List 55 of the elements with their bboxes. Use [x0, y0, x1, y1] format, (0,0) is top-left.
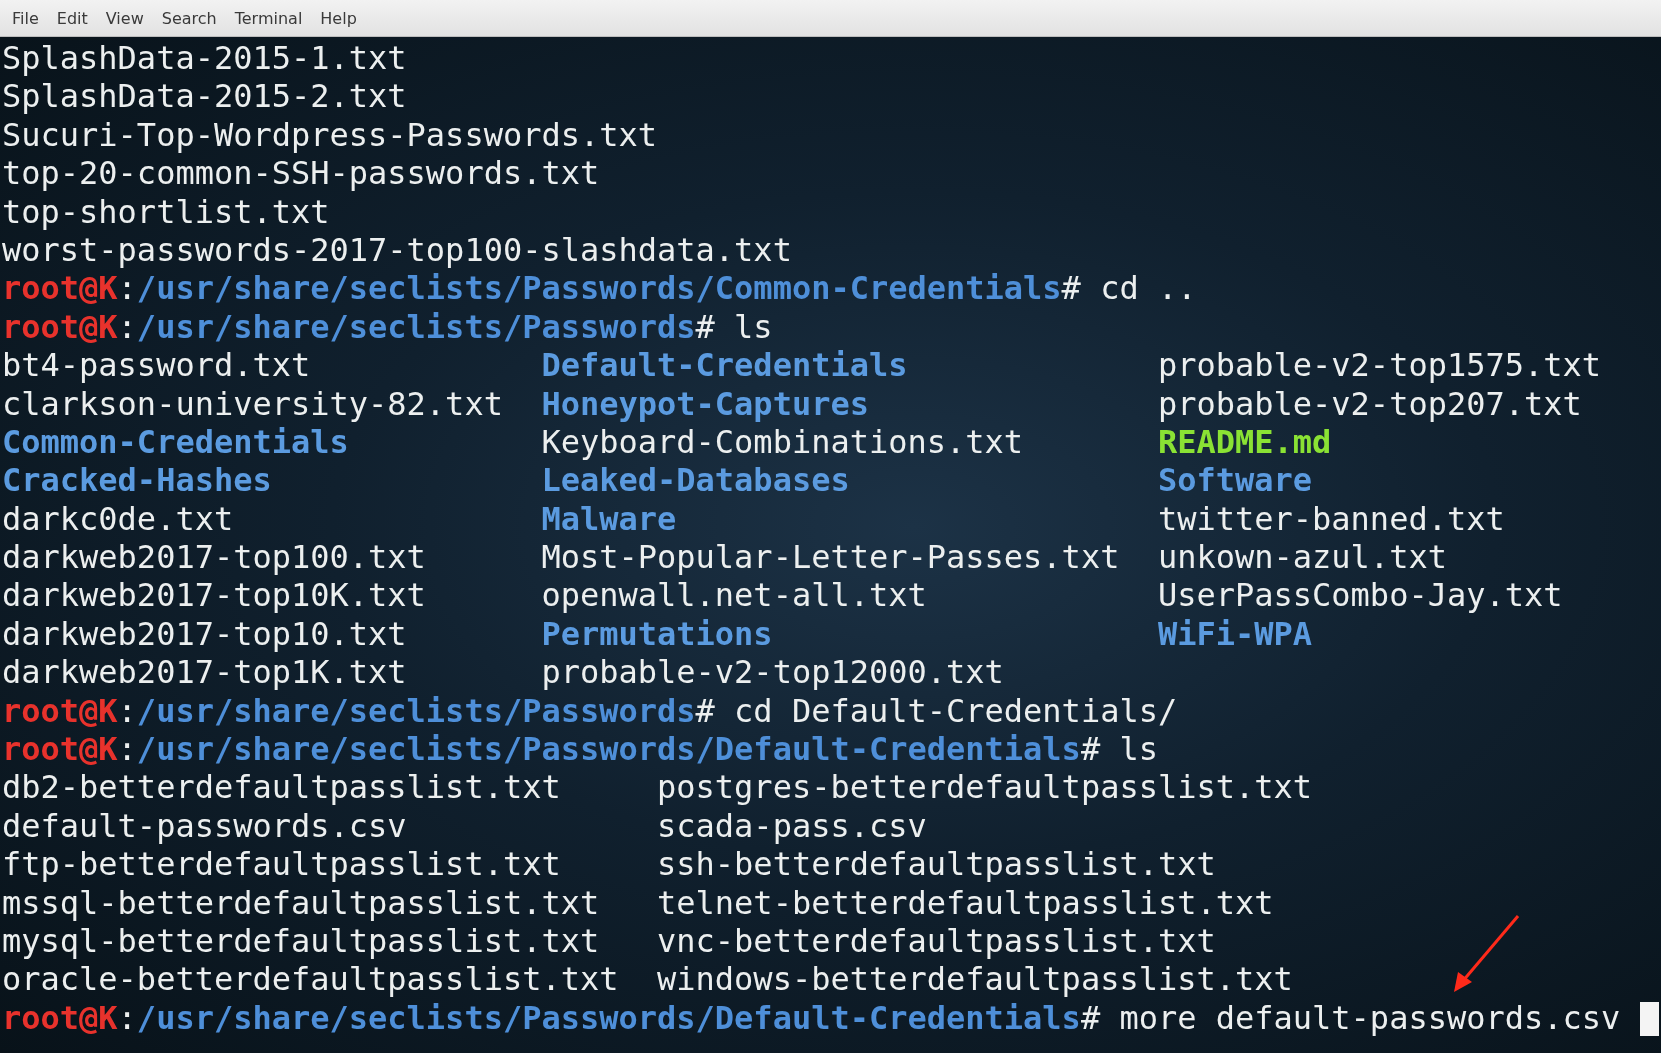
file-name: unkown-azul.txt	[1157, 538, 1447, 577]
directory-name: Software	[1157, 461, 1313, 500]
file-name: probable-v2-top1575.txt	[1157, 346, 1602, 385]
menu-item[interactable]: Help	[312, 4, 365, 32]
output-line: SplashData-2015-2.txt	[2, 77, 407, 116]
file-name: mysql-betterdefaultpasslist.txt	[2, 922, 600, 960]
prompt-line: root@K:/usr/share/seclists/Passwords/Default-Credentials# more default-passwords.csv	[2, 998, 1622, 1038]
prompt-line: root@K:/usr/share/seclists/Passwords/Default-Credentials# ls	[2, 730, 1158, 769]
directory-name: Malware	[541, 499, 677, 538]
directory-name: Leaked-Databases	[541, 461, 850, 500]
file-name: README.md	[1157, 422, 1332, 461]
file-name: probable-v2-top12000.txt	[541, 653, 1004, 692]
file-name: darkweb2017-top1K.txt	[2, 653, 407, 692]
file-name: ssh-betterdefaultpasslist.txt	[657, 845, 1216, 884]
directory-name: Cracked-Hashes	[2, 461, 272, 500]
file-name: darkweb2017-top10K.txt	[2, 576, 426, 615]
file-name: UserPassCombo-Jay.txt	[1157, 576, 1563, 615]
file-name: darkweb2017-top100.txt	[2, 538, 426, 577]
file-name: bt4-password.txt	[2, 346, 311, 385]
file-name: openwall.net-all.txt	[541, 576, 927, 615]
file-name: probable-v2-top207.txt	[1157, 384, 1582, 423]
directory-name: Default-Credentials	[541, 346, 908, 385]
file-name: Keyboard-Combinations.txt	[541, 422, 1024, 461]
output-line: top-shortlist.txt	[2, 192, 330, 231]
file-name: vnc-betterdefaultpasslist.txt	[657, 922, 1216, 960]
menu-item[interactable]: View	[97, 4, 152, 32]
menu-item[interactable]: File	[4, 4, 47, 32]
prompt-line: root@K:/usr/share/seclists/Passwords# cd Default-Credentials/	[2, 691, 1178, 731]
file-name: darkweb2017-top10.txt	[2, 614, 407, 653]
file-name: ftp-betterdefaultpasslist.txt	[2, 845, 561, 884]
file-name: twitter-banned.txt	[1157, 499, 1505, 538]
output-line: top-20-common-SSH-passwords.txt	[2, 154, 600, 193]
prompt-line: root@K:/usr/share/seclists/Passwords/Common-Credentials# cd ..	[2, 269, 1197, 308]
directory-name: Permutations	[541, 614, 773, 653]
directory-name: WiFi-WPA	[1157, 614, 1313, 653]
directory-name: Honeypot-Captures	[541, 384, 869, 423]
prompt-line: root@K:/usr/share/seclists/Passwords# ls	[2, 307, 773, 347]
directory-name: Common-Credentials	[2, 422, 349, 461]
file-name: clarkson-university-82.txt	[2, 384, 503, 423]
file-name: db2-betterdefaultpasslist.txt	[2, 768, 561, 807]
file-name: oracle-betterdefaultpasslist.txt	[2, 960, 619, 999]
output-line: Sucuri-Top-Wordpress-Passwords.txt	[2, 115, 658, 155]
output-line: SplashData-2015-1.txt	[2, 39, 407, 78]
file-name: mssql-betterdefaultpasslist.txt	[2, 883, 600, 922]
file-name: scada-pass.csv	[657, 806, 927, 845]
menu-item[interactable]: Edit	[48, 4, 96, 32]
menu-item[interactable]: Search	[153, 4, 225, 32]
file-name: Most-Popular-Letter-Passes.txt	[541, 538, 1120, 577]
menu-item[interactable]: Terminal	[226, 4, 311, 32]
file-name: windows-betterdefaultpasslist.txt	[657, 960, 1293, 999]
file-name: default-passwords.csv	[2, 806, 407, 845]
file-name: postgres-betterdefaultpasslist.txt	[657, 768, 1313, 807]
output-line: worst-passwords-2017-top100-slashdata.txt	[2, 230, 792, 270]
file-name: telnet-betterdefaultpasslist.txt	[657, 883, 1274, 922]
file-name: darkc0de.txt	[2, 499, 234, 538]
